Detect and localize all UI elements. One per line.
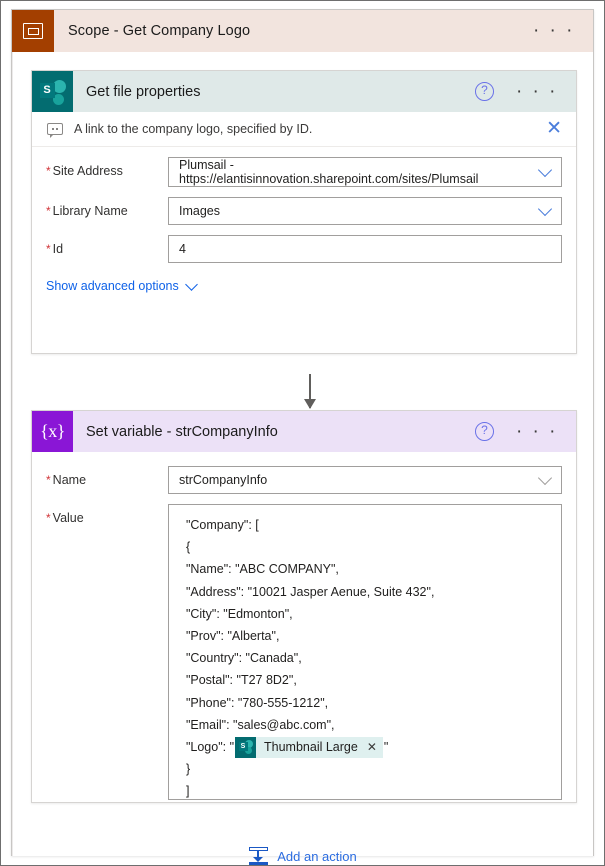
scope-icon [12, 10, 54, 52]
json-line: "Prov": "Alberta", [179, 629, 280, 644]
action-title: Set variable - strCompanyInfo [86, 423, 278, 440]
chevron-down-icon[interactable] [537, 470, 553, 486]
json-line: "Phone": "780-555-1212", [179, 695, 329, 710]
variable-icon: {x} [32, 411, 73, 452]
field-label-library-name: * Library Name [46, 204, 128, 218]
connector-arrow [304, 374, 316, 409]
json-line: "Country": "Canada", [179, 651, 302, 666]
insert-action-icon [249, 847, 269, 865]
scope-title: Scope - Get Company Logo [68, 23, 251, 39]
required-asterisk: * [46, 204, 51, 218]
show-advanced-options-link[interactable]: Show advanced options [46, 277, 198, 293]
required-asterisk: * [46, 511, 51, 525]
dynamic-content-token[interactable]: S Thumbnail Large ✕ [235, 736, 383, 758]
required-asterisk: * [46, 473, 51, 487]
flow-designer-canvas: Scope - Get Company Logo · · · S Get fil… [0, 0, 605, 866]
action-overflow-menu-button[interactable]: · · · [516, 82, 576, 101]
action-comment-row: A link to the company logo, specified by… [32, 112, 576, 147]
json-line: { [179, 540, 191, 555]
token-remove-icon[interactable]: ✕ [367, 736, 377, 758]
sharepoint-icon: S [235, 736, 257, 758]
json-line: ] [179, 784, 190, 799]
required-asterisk: * [46, 164, 51, 178]
scope-body: S Get file properties ? · · · A link to … [12, 52, 593, 865]
action-header-get-file-properties[interactable]: S Get file properties ? · · · [32, 71, 576, 112]
field-library-name: * Library Name Images [46, 197, 562, 225]
action-header-set-variable[interactable]: {x} Set variable - strCompanyInfo ? · · … [32, 411, 576, 452]
action-title: Get file properties [86, 83, 201, 100]
site-address-dropdown[interactable]: Plumsail - https://elantisinnovation.sha… [168, 157, 562, 187]
json-line: "Company": [ [179, 518, 259, 532]
action-card-set-variable: {x} Set variable - strCompanyInfo ? · · … [31, 410, 577, 803]
scope-header[interactable]: Scope - Get Company Logo · · · [12, 10, 593, 52]
field-label-site-address: * Site Address [46, 164, 123, 178]
set-variable-form: *Name strCompanyInfo *Value "Company": [32, 452, 576, 814]
variable-value-editor[interactable]: "Company": [ { "Name": "ABC COMPANY", "A… [168, 504, 562, 800]
required-asterisk: * [46, 242, 51, 256]
json-line: "Address": "10021 Jasper Aenue, Suite 43… [179, 584, 435, 599]
add-an-action-label: Add an action [277, 848, 357, 864]
variable-name-value: strCompanyInfo [179, 473, 268, 487]
help-icon[interactable]: ? [474, 82, 494, 101]
field-label-id: * Id [46, 242, 64, 256]
json-line-with-token: "Logo": " S Thumbnail Large ✕ " [179, 736, 551, 758]
json-line: } [179, 762, 191, 777]
site-address-value: Plumsail - https://elantisinnovation.sha… [179, 158, 479, 186]
show-advanced-options-label: Show advanced options [46, 279, 179, 293]
chevron-down-icon[interactable] [537, 201, 553, 217]
scope-card: Scope - Get Company Logo · · · S Get fil… [11, 9, 594, 865]
action-comment-text: A link to the company logo, specified by… [74, 122, 313, 136]
sharepoint-icon: S [32, 71, 73, 112]
scope-overflow-menu-button[interactable]: · · · [533, 21, 593, 40]
field-label-value: * Value [46, 511, 84, 525]
json-line-prefix: "Logo": " [179, 740, 235, 755]
variable-name-dropdown[interactable]: strCompanyInfo [168, 466, 562, 494]
json-line-suffix: " [383, 740, 389, 755]
library-name-dropdown[interactable]: Images [168, 197, 562, 225]
get-file-properties-form: * Site Address Plumsail - https://elantis… [32, 147, 576, 277]
token-label: Thumbnail Large [264, 740, 358, 755]
field-site-address: * Site Address Plumsail - https://elantis… [46, 157, 562, 187]
action-overflow-menu-button[interactable]: · · · [516, 422, 576, 441]
chevron-down-icon [184, 277, 198, 291]
json-line: "Name": "ABC COMPANY", [179, 562, 339, 577]
json-line: "Postal": "T27 8D2", [179, 673, 297, 688]
field-value: * Value "Company": [ { "Name": "ABC COMPA… [46, 504, 562, 800]
add-an-action-button[interactable]: Add an action [13, 847, 593, 865]
comment-icon [47, 123, 63, 138]
field-label-name: * Name [46, 473, 87, 487]
library-name-value: Images [179, 204, 220, 218]
variable-glyph: {x} [40, 421, 65, 441]
json-line: "City": "Edmonton", [179, 606, 293, 621]
close-icon[interactable]: ✕ [546, 119, 562, 138]
field-id: * Id 4 [46, 235, 562, 263]
help-icon[interactable]: ? [474, 422, 494, 441]
field-name: * Name strCompanyInfo [46, 466, 562, 494]
id-value: 4 [179, 242, 186, 256]
json-line: "Email": "sales@abc.com", [179, 717, 335, 732]
chevron-down-icon[interactable] [537, 162, 553, 178]
action-card-get-file-properties: S Get file properties ? · · · A link to … [31, 70, 577, 354]
id-input[interactable]: 4 [168, 235, 562, 263]
